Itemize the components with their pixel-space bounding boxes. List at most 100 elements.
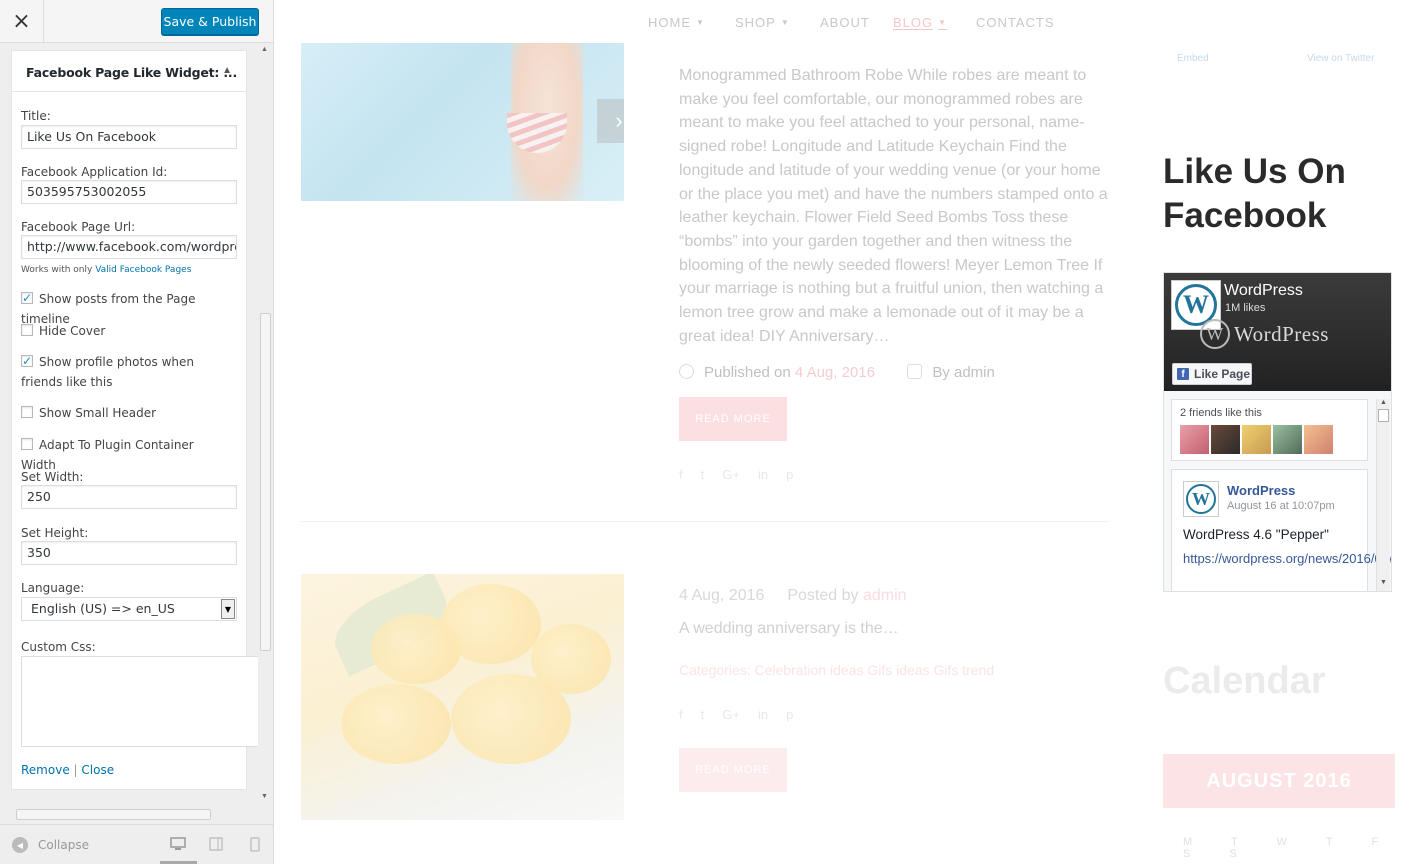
post-categories[interactable]: Categories: Celebration ideas Gifs ideas… — [679, 662, 994, 678]
calendar-weekdays: M T W T F S S — [1183, 836, 1397, 860]
customizer-sidebar: × Save & Publish Facebook Page Like Widg… — [0, 0, 274, 864]
read-more-button[interactable]: READ MORE — [679, 397, 787, 441]
title-input[interactable]: Like Us On Facebook — [21, 125, 237, 149]
close-link[interactable]: Close — [81, 763, 114, 777]
facebook-icon[interactable]: f — [679, 707, 683, 722]
post-author[interactable]: By admin — [932, 364, 995, 381]
linkedin-icon[interactable]: in — [758, 707, 768, 722]
customizer-header: × Save & Publish — [0, 0, 273, 43]
facebook-page-plugin: W WordPress 1M likes W WordPress f Like Pa… — [1163, 272, 1392, 592]
checkbox-hide-cover[interactable]: Hide Cover — [21, 321, 231, 341]
fb-post-avatar[interactable]: W — [1183, 481, 1219, 517]
checkbox-icon[interactable] — [21, 324, 33, 336]
valid-pages-link[interactable]: Valid Facebook Pages — [95, 265, 191, 275]
fb-post-author[interactable]: WordPress — [1227, 483, 1295, 498]
checkbox-icon[interactable] — [21, 438, 33, 450]
calendar-month: AUGUST 2016 — [1163, 754, 1395, 808]
checkbox-icon[interactable] — [21, 288, 33, 308]
friend-avatar[interactable] — [1304, 425, 1333, 454]
facebook-icon[interactable]: f — [679, 467, 683, 482]
friend-avatar[interactable] — [1180, 425, 1209, 454]
checkbox-icon[interactable] — [21, 351, 33, 371]
save-publish-button[interactable]: Save & Publish — [161, 8, 259, 35]
checkbox-icon[interactable] — [21, 406, 33, 418]
fb-scrollbar[interactable]: ▲ ▼ — [1376, 399, 1390, 591]
title-label: Title: — [21, 109, 51, 123]
nav-item-blog[interactable]: BLOG ▼ — [893, 15, 947, 30]
slider-next-icon[interactable]: › — [597, 99, 624, 143]
checkbox-show-faces[interactable]: Show profile photos when friends like th… — [21, 351, 231, 392]
wordmark-text: WordPress — [1234, 321, 1329, 346]
hscrollbar-thumb[interactable] — [16, 809, 211, 820]
image-rose — [341, 684, 451, 764]
image-rose — [531, 624, 611, 694]
friend-avatar[interactable] — [1211, 425, 1240, 454]
width-input[interactable]: 250 — [21, 485, 237, 509]
height-input[interactable]: 350 — [21, 541, 237, 565]
tablet-preview-icon[interactable] — [208, 836, 224, 852]
remove-link[interactable]: Remove — [21, 763, 70, 777]
friend-avatar[interactable] — [1273, 425, 1302, 454]
friend-avatar[interactable] — [1242, 425, 1271, 454]
post-meta: 4 Aug, 2016 Posted by admin — [679, 587, 907, 605]
read-more-button[interactable]: READ MORE — [679, 748, 787, 792]
fb-post-time[interactable]: August 16 at 10:07pm — [1227, 500, 1335, 512]
post-image[interactable]: › — [301, 43, 624, 201]
twitter-view-link[interactable]: View on Twitter — [1307, 53, 1374, 64]
app-id-input[interactable]: 503595753002055 — [21, 180, 237, 204]
nav-item-home[interactable]: HOME ▼ — [648, 15, 705, 30]
desktop-preview-icon[interactable] — [170, 836, 186, 852]
collapse-label: Collapse — [38, 838, 89, 852]
fb-like-page-button[interactable]: f Like Page — [1172, 363, 1252, 385]
google-plus-icon[interactable]: G+ — [722, 707, 740, 722]
twitter-icon[interactable]: t — [701, 467, 705, 482]
scroll-down-icon[interactable]: ▼ — [261, 793, 268, 800]
select-arrow-icon[interactable]: ▼ — [221, 599, 235, 619]
post-date[interactable]: 4 Aug, 2016 — [679, 587, 764, 604]
nav-item-shop[interactable]: SHOP ▼ — [735, 15, 790, 30]
twitter-icon[interactable]: t — [701, 707, 705, 722]
widget-title: Facebook Page Like Widget: ... — [26, 65, 238, 80]
fb-page-likes: 1M likes — [1225, 302, 1266, 314]
scrollbar-thumb[interactable] — [260, 313, 271, 651]
close-customizer-button[interactable]: × — [0, 0, 44, 43]
fb-page-name[interactable]: WordPress — [1224, 282, 1303, 300]
collapse-button[interactable]: ◀ Collapse — [12, 837, 89, 853]
checkbox-adapt-width[interactable]: Adapt To Plugin Container Width — [21, 435, 231, 475]
google-plus-icon[interactable]: G+ — [722, 467, 740, 482]
nav-item-contacts[interactable]: CONTACTS — [976, 15, 1055, 30]
linkedin-icon[interactable]: in — [758, 467, 768, 482]
sidebar-scrollbar[interactable]: ▲ ▼ — [258, 43, 273, 805]
separator: | — [73, 763, 78, 777]
widget-header[interactable]: Facebook Page Like Widget: ... ▲ — [12, 51, 246, 92]
width-label: Set Width: — [21, 470, 84, 484]
published-date[interactable]: 4 Aug, 2016 — [795, 364, 875, 381]
collapse-arrow-icon[interactable]: ▲ — [222, 65, 232, 76]
fb-cover-photo[interactable]: W WordPress 1M likes W WordPress f Like Pa… — [1164, 273, 1391, 391]
mobile-preview-icon[interactable] — [247, 836, 263, 852]
user-icon — [907, 364, 923, 379]
checkbox-small-header[interactable]: Show Small Header — [21, 403, 231, 423]
scroll-up-icon[interactable]: ▲ — [261, 46, 268, 53]
scroll-down-icon[interactable]: ▼ — [1380, 579, 1387, 586]
app-id-label: Facebook Application Id: — [21, 165, 168, 179]
scrollbar-thumb[interactable] — [1378, 409, 1389, 422]
widget-panel: Facebook Page Like Widget: ... ▲ Title: … — [11, 50, 260, 790]
wordpress-logo-icon: W — [1200, 319, 1230, 349]
post-image[interactable] — [301, 574, 624, 820]
fb-timeline-post: W WordPress August 16 at 10:07pm WordPre… — [1171, 469, 1391, 591]
twitter-embed-link[interactable]: Embed — [1177, 53, 1209, 64]
fb-post-link[interactable]: https://wordpress.org/news/2016/08/peppe… — [1183, 550, 1391, 568]
post-author[interactable]: admin — [863, 587, 907, 604]
page-url-input[interactable]: http://www.facebook.com/wordpress — [21, 235, 237, 259]
pinterest-icon[interactable]: p — [786, 707, 793, 722]
clock-icon — [679, 364, 694, 379]
nav-label: CONTACTS — [976, 15, 1055, 30]
pinterest-icon[interactable]: p — [786, 467, 793, 482]
language-select[interactable]: English (US) => en_US ▼ — [21, 597, 237, 621]
horizontal-scrollbar[interactable] — [0, 806, 258, 822]
social-share: f t G+ in p — [679, 467, 811, 482]
scroll-up-icon[interactable]: ▲ — [1380, 399, 1387, 406]
custom-css-textarea[interactable] — [21, 656, 260, 747]
nav-item-about[interactable]: ABOUT — [820, 15, 870, 30]
